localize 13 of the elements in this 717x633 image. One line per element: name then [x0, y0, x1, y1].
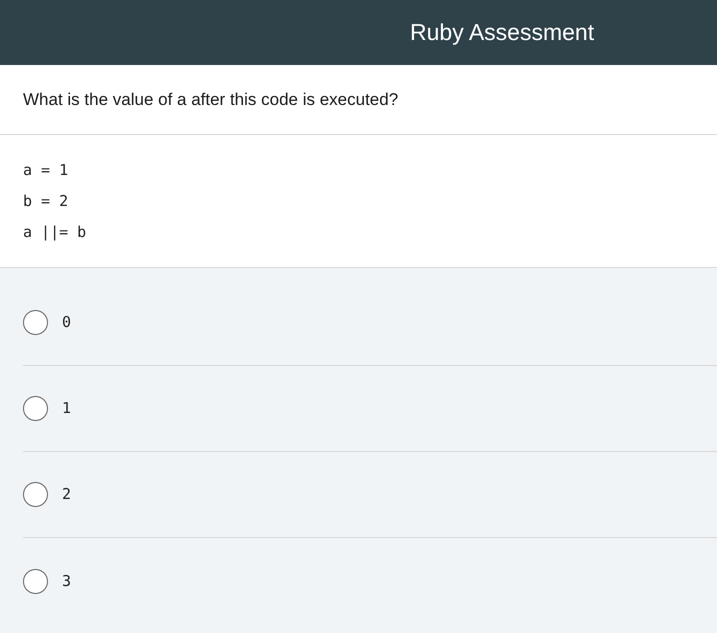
code-line: a = 1 — [23, 160, 68, 181]
header-title: Ruby Assessment — [410, 18, 594, 48]
code-line: a ||= b — [23, 222, 86, 243]
answer-label: 2 — [62, 484, 72, 506]
answer-radio[interactable] — [23, 568, 48, 594]
answer-radio[interactable] — [23, 310, 48, 335]
code-line: b = 2 — [23, 191, 68, 212]
question-text: What is the value of a after this code is executed? — [23, 88, 398, 111]
answer-radio[interactable] — [23, 396, 48, 421]
answer-radio[interactable] — [23, 482, 48, 507]
answer-label: 3 — [62, 570, 72, 592]
answer-label: 1 — [62, 398, 72, 420]
answer-label: 0 — [62, 312, 72, 334]
